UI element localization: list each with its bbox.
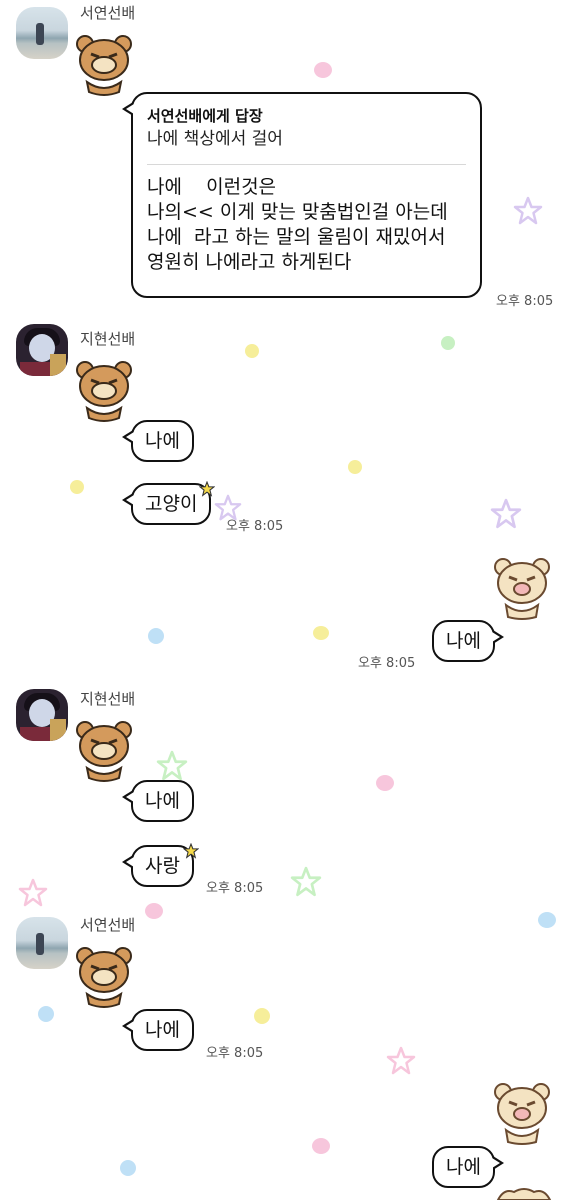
pink-star-icon	[18, 878, 48, 907]
yellow-dot	[348, 460, 362, 474]
brown-bear-sticker-icon	[76, 721, 132, 782]
timestamp: 오후 8:05	[496, 294, 554, 309]
sender-name: 서연선배	[80, 4, 136, 22]
my-message-bubble[interactable]: 나에	[432, 620, 504, 662]
message-bubble[interactable]: 나에	[122, 420, 194, 462]
reply-message-bubble[interactable]: 서연선배에게 답장 나에 책상에서 걸어 나에 이런것은 나의<< 이게 맞는 …	[122, 92, 482, 298]
message-bubble[interactable]: 나에	[122, 1009, 194, 1051]
reply-divider	[147, 164, 466, 165]
yellow-dot	[70, 480, 84, 494]
blue-dot	[120, 1160, 136, 1176]
avatar[interactable]	[16, 7, 68, 59]
message-line: 영원히 나에라고 하게된다	[147, 251, 352, 273]
brown-bear-sticker-icon	[76, 361, 132, 422]
yellow-star-icon	[199, 481, 215, 497]
beach-photo-avatar-icon	[36, 23, 44, 45]
message-line: 나에 라고 하는 말의 울림이 재밌어서	[147, 226, 446, 248]
cream-bear-sticker-icon	[494, 1083, 550, 1145]
message-bubble[interactable]: 나에	[122, 780, 194, 822]
pink-dot	[312, 1138, 330, 1154]
timestamp: 오후 8:05	[226, 519, 284, 534]
sender-name: 지현선배	[80, 690, 136, 708]
brown-bear-sticker-icon	[76, 35, 132, 96]
yellow-dot	[254, 1008, 270, 1024]
green-dot	[441, 336, 455, 350]
pink-dot	[145, 903, 163, 919]
timestamp: 오후 8:05	[206, 881, 264, 896]
my-message-bubble[interactable]: 나에	[432, 1146, 504, 1188]
avatar[interactable]	[16, 917, 68, 969]
beach-photo-avatar-icon	[36, 933, 44, 955]
pink-dot	[314, 62, 332, 78]
pink-dot	[376, 775, 394, 791]
reply-target-label: 서연선배에게 답장	[147, 107, 263, 125]
message-line: 나의<< 이게 맞는 맞춤법인걸 아는데	[147, 201, 448, 223]
blue-dot	[38, 1006, 54, 1022]
green-star-icon	[156, 750, 188, 781]
blue-dot	[148, 628, 164, 644]
yellow-star-icon	[183, 843, 199, 859]
timestamp: 오후 8:05	[206, 1046, 264, 1061]
blue-dot	[538, 912, 556, 928]
purple-star-icon	[490, 498, 522, 529]
yellow-dot	[245, 344, 259, 358]
brown-bear-sticker-icon	[76, 947, 132, 1008]
timestamp: 오후 8:05	[358, 656, 416, 671]
yellow-dot	[313, 626, 329, 640]
reply-quoted-text: 나에 책상에서 걸어	[147, 129, 283, 149]
green-star-icon	[290, 866, 322, 897]
avatar[interactable]	[16, 324, 68, 376]
sender-name: 지현선배	[80, 330, 136, 348]
sender-name: 서연선배	[80, 916, 136, 934]
purple-star-icon	[513, 196, 543, 225]
pink-star-icon	[386, 1046, 416, 1075]
cream-bear-sticker-icon	[496, 1188, 552, 1200]
avatar[interactable]	[16, 689, 68, 741]
message-line: 나에 이런것은	[147, 176, 277, 198]
cream-bear-sticker-icon	[494, 558, 550, 620]
